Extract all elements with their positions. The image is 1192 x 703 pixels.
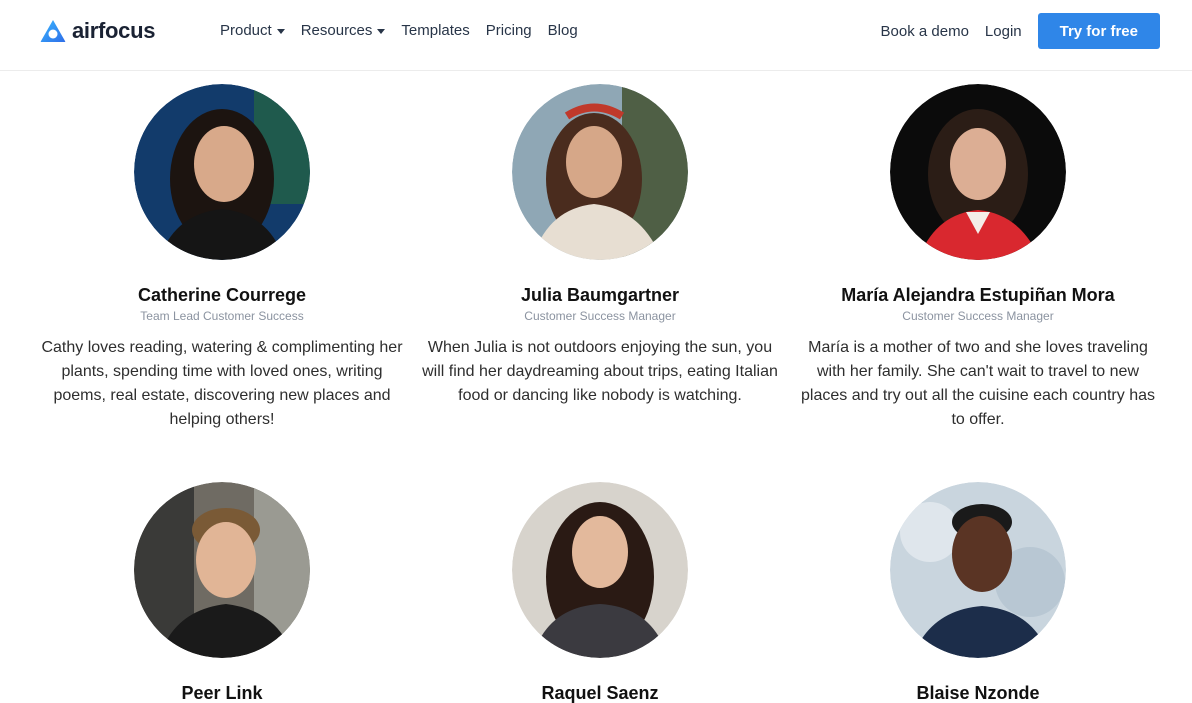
chevron-down-icon (377, 28, 386, 34)
member-bio: María is a mother of two and she loves t… (801, 339, 1155, 428)
member-name: Catherine Courrege (137, 285, 307, 305)
nav-product-label: Product (220, 22, 272, 39)
member-role: Customer Success Manager (524, 309, 676, 323)
member-name: Raquel Saenz (541, 683, 659, 703)
nav-templates[interactable]: Templates (401, 22, 469, 39)
avatar (890, 482, 1066, 658)
member-name: Peer Link (181, 683, 263, 703)
header-actions: Book a demo Login Try for free (881, 13, 1160, 49)
chevron-down-icon (276, 28, 285, 34)
avatar (512, 482, 688, 658)
main-nav: Product Resources Templates Pricing Blog (220, 22, 578, 39)
logo-text: airfocus (72, 18, 156, 43)
nav-pricing[interactable]: Pricing (486, 22, 532, 39)
try-for-free-button[interactable]: Try for free (1037, 13, 1160, 49)
login-link[interactable]: Login (985, 23, 1022, 40)
member-name: María Alejandra Estupiñan Mora (841, 285, 1115, 305)
site-header: airfocus Product Resources Templates Pri… (0, 0, 1192, 71)
team-card: Peer Link (33, 482, 411, 703)
nav-blog-label: Blog (547, 22, 578, 39)
team-grid: Catherine Courrege Team Lead Customer Su… (33, 84, 1169, 703)
nav-product[interactable]: Product (220, 22, 285, 39)
avatar (134, 482, 310, 658)
member-name: Julia Baumgartner (520, 285, 680, 305)
avatar (134, 84, 310, 260)
avatar (512, 84, 688, 260)
team-card: Julia Baumgartner Customer Success Manag… (411, 84, 789, 482)
member-role: Team Lead Customer Success (140, 309, 304, 323)
member-bio: Cathy loves reading, watering & complime… (41, 339, 403, 428)
logo[interactable]: airfocus (40, 18, 155, 44)
nav-templates-label: Templates (401, 22, 470, 39)
nav-pricing-label: Pricing (485, 22, 532, 39)
nav-blog[interactable]: Blog (548, 22, 578, 39)
member-role: Customer Success Manager (902, 309, 1054, 323)
avatar (890, 84, 1066, 260)
member-name: Blaise Nzonde (916, 683, 1040, 703)
member-bio: When Julia is not outdoors enjoying the … (422, 339, 778, 404)
team-card: Blaise Nzonde (789, 482, 1167, 703)
team-card: María Alejandra Estupiñan Mora Customer … (789, 84, 1167, 482)
book-demo-link[interactable]: Book a demo (881, 23, 969, 40)
team-card: Catherine Courrege Team Lead Customer Su… (33, 84, 411, 482)
airfocus-logo-icon (40, 20, 66, 42)
nav-resources-label: Resources (300, 22, 373, 39)
team-card: Raquel Saenz (411, 482, 789, 703)
nav-resources[interactable]: Resources (301, 22, 386, 39)
